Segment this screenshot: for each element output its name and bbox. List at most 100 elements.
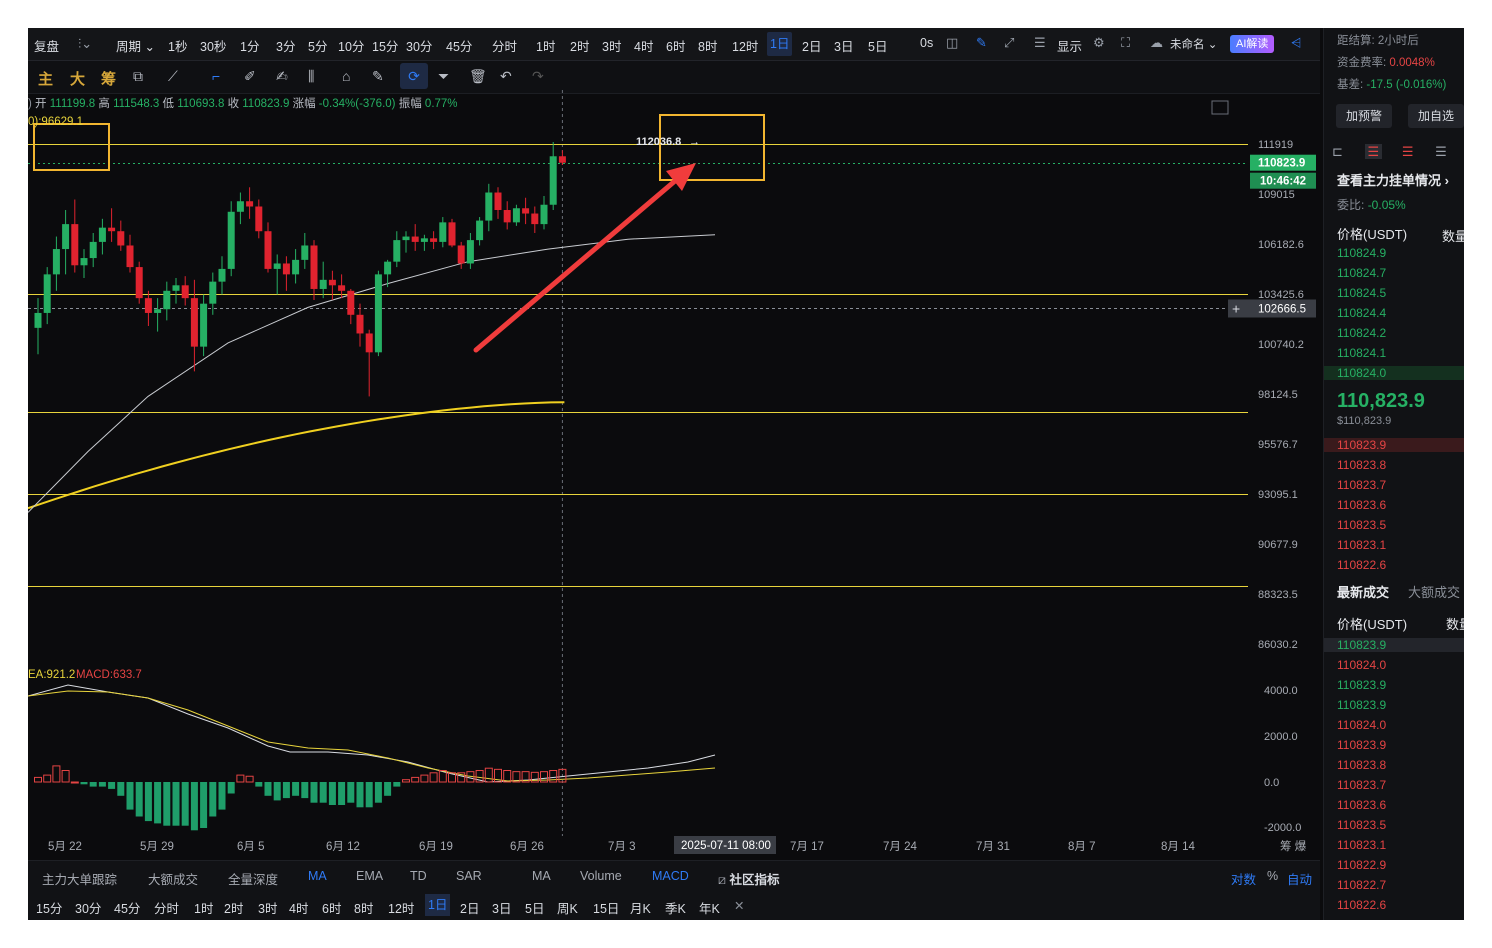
percent-toggle[interactable]: % <box>1267 869 1278 883</box>
bottom-timeframe-6时[interactable]: 6时 <box>322 898 341 917</box>
x-axis-tick: 8月 7 <box>1068 841 1096 853</box>
log-scale-toggle[interactable]: 对数 <box>1231 869 1256 888</box>
close-icon[interactable]: ✕ <box>734 898 744 913</box>
sub-indicator-ma[interactable]: MA <box>532 869 551 883</box>
macd-bar <box>117 782 125 796</box>
macd-bar <box>429 772 438 783</box>
trade-row: 110822.6 <box>1337 898 1387 912</box>
ask-row[interactable]: 110823.8 <box>1337 458 1386 472</box>
macd-bar <box>273 782 281 801</box>
view-both-icon[interactable]: ⊏ <box>1332 144 1343 159</box>
main-indicator-3[interactable]: MA <box>308 869 327 883</box>
ask-row[interactable]: 110823.1 <box>1337 538 1386 552</box>
bottom-timeframe-12时[interactable]: 12时 <box>388 898 414 917</box>
candle-body <box>181 285 189 299</box>
bottom-timeframe-1日[interactable]: 1日 <box>425 894 451 916</box>
x-axis-tick: 7月 24 <box>883 841 917 853</box>
bottom-timeframe-8时[interactable]: 8时 <box>354 898 373 917</box>
macd-bar <box>80 782 88 785</box>
y-axis-tick: 100740.2 <box>1258 339 1304 351</box>
candle-body <box>144 298 152 313</box>
candle-body <box>466 240 474 264</box>
main-indicator-1[interactable]: 大额成交 <box>148 869 198 888</box>
candle-body <box>80 258 88 266</box>
candle-body <box>393 240 401 262</box>
bottom-timeframe-2日[interactable]: 2日 <box>460 898 479 917</box>
candle-body <box>494 192 502 211</box>
trades-price-header: 价格(USDT) <box>1337 617 1408 632</box>
bottom-timeframe-1时[interactable]: 1时 <box>194 898 213 917</box>
x-axis-tick: 6月 12 <box>326 841 360 853</box>
bottom-timeframe-5日[interactable]: 5日 <box>525 898 544 917</box>
ask-row[interactable]: 110823.7 <box>1337 478 1386 492</box>
bottom-timeframe-45分[interactable]: 45分 <box>114 898 140 917</box>
bid-row[interactable]: 110824.1 <box>1337 346 1386 360</box>
bottom-timeframe-15日[interactable]: 15日 <box>593 898 619 917</box>
main-indicator-2[interactable]: 全量深度 <box>228 869 278 888</box>
macd-bar <box>154 782 162 824</box>
big-trades-tab[interactable]: 大额成交 <box>1408 582 1460 601</box>
ask-row[interactable]: 110823.9 <box>1324 438 1464 452</box>
view-asks-icon[interactable]: ☰ <box>1402 144 1414 159</box>
latest-trades-tab[interactable]: 最新成交 <box>1337 582 1389 601</box>
funding-row: 资金费率: 0.0048% <box>1337 54 1435 70</box>
bid-row[interactable]: 110824.2 <box>1337 326 1386 340</box>
macd-bar <box>384 782 392 796</box>
view-list-icon[interactable]: ☰ <box>1435 144 1447 159</box>
candle-body <box>282 263 290 275</box>
community-indicator-button[interactable]: ⧄ 社区指标 <box>718 869 779 888</box>
view-bids-icon[interactable]: ☰ <box>1364 144 1383 159</box>
candle-body <box>117 231 125 246</box>
candle-body <box>512 208 520 223</box>
ask-row[interactable]: 110823.6 <box>1337 498 1386 512</box>
candle-body <box>540 204 548 225</box>
candle-body <box>218 268 226 282</box>
ask-row[interactable]: 110823.5 <box>1337 518 1386 532</box>
main-indicator-5[interactable]: TD <box>410 869 427 883</box>
main-indicator-4[interactable]: EMA <box>356 869 383 883</box>
bid-row[interactable]: 110824.7 <box>1337 266 1386 280</box>
bottom-timeframe-30分[interactable]: 30分 <box>75 898 101 917</box>
macd-bar <box>43 774 52 783</box>
bottom-timeframe-周K[interactable]: 周K <box>557 898 578 917</box>
add-alert-button[interactable]: 加预警 <box>1336 104 1392 128</box>
sub-indicator-volume[interactable]: Volume <box>580 869 622 883</box>
candle-body <box>126 245 134 268</box>
bid-row[interactable]: 110824.5 <box>1337 286 1386 300</box>
bottom-timeframe-3时[interactable]: 3时 <box>258 898 277 917</box>
candle-body <box>531 213 539 225</box>
orderbook-price-header: 价格(USDT) <box>1337 227 1408 242</box>
macd-bar <box>374 782 382 803</box>
y-axis-tick: 88323.5 <box>1258 589 1298 601</box>
y-axis-tick: 106182.6 <box>1258 239 1304 251</box>
ratio-value: -0.05% <box>1367 198 1406 212</box>
candle-body <box>163 290 171 310</box>
bottom-timeframe-4时[interactable]: 4时 <box>289 898 308 917</box>
bottom-timeframe-3日[interactable]: 3日 <box>492 898 511 917</box>
bid-row[interactable]: 110824.4 <box>1337 306 1386 320</box>
main-indicator-6[interactable]: SAR <box>456 869 482 883</box>
main-orders-link[interactable]: 查看主力挂单情况 › <box>1337 170 1449 189</box>
auto-scale-toggle[interactable]: 自动 <box>1287 869 1312 888</box>
sub-indicator-macd[interactable]: MACD <box>652 869 689 883</box>
add-watchlist-button[interactable]: 加自选 <box>1408 104 1464 128</box>
bottom-timeframe-年K[interactable]: 年K <box>699 898 720 917</box>
bid-row[interactable]: 110824.0 <box>1324 366 1464 380</box>
main-indicator-0[interactable]: 主力大单跟踪 <box>42 869 117 888</box>
ratio-row: 委比: -0.05% <box>1337 196 1406 213</box>
macd-bar <box>52 765 61 783</box>
bottom-timeframe-15分[interactable]: 15分 <box>36 898 62 917</box>
macd-dea-label: EA:921.2 <box>28 669 75 681</box>
bottom-timeframe-季K[interactable]: 季K <box>665 898 686 917</box>
bottom-timeframe-2时[interactable]: 2时 <box>224 898 243 917</box>
macd-bar <box>200 782 208 828</box>
ask-row[interactable]: 110822.6 <box>1337 558 1386 572</box>
macd-bar <box>61 770 70 783</box>
macd-bar <box>310 782 318 803</box>
price-chart[interactable]: 0):96629.1 112036.8 → 111919 109015 106182.6 1… <box>28 28 1320 860</box>
bottom-timeframe-月K[interactable]: 月K <box>630 898 651 917</box>
bid-row[interactable]: 110824.9 <box>1337 246 1386 260</box>
candle-body <box>209 281 217 304</box>
macd-bar <box>347 782 355 803</box>
bottom-timeframe-分时[interactable]: 分时 <box>154 898 179 917</box>
